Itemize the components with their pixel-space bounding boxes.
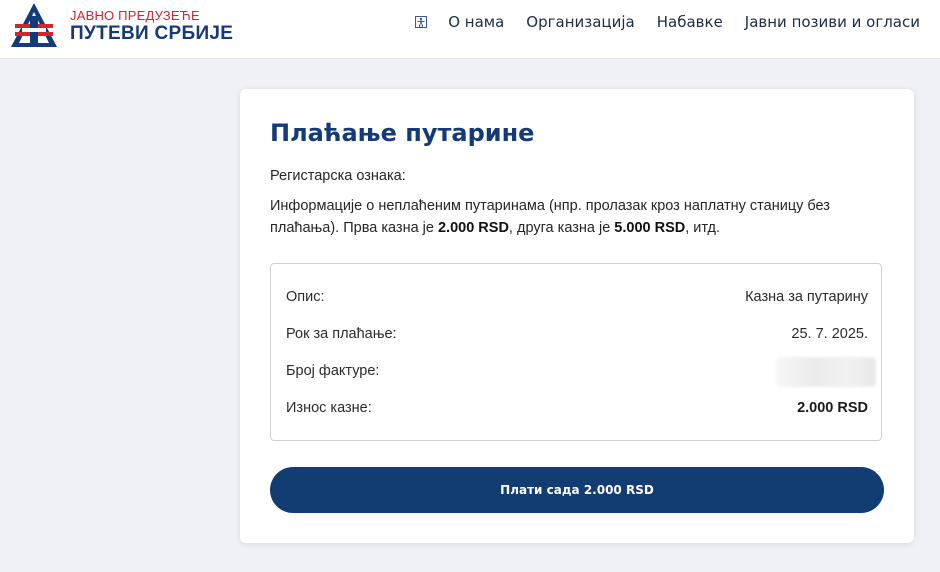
putevi-srbije-logo-icon[interactable] — [8, 2, 60, 48]
second-fine-amount: 5.000 RSD — [614, 220, 686, 236]
detail-value: 25. 7. 2025. — [791, 326, 868, 342]
redacted-invoice-number — [776, 357, 876, 387]
info-text-part3: , итд. — [685, 220, 721, 236]
main-nav: О нама Организација Набавке Јавни позиви… — [415, 13, 920, 31]
registration-label: Регистарска ознака: — [270, 168, 406, 184]
detail-row-amount: Износ казне: 2.000 RSD — [286, 400, 868, 420]
toll-payment-card: Плаћање путарине Регистарска ознака: Инф… — [240, 89, 914, 543]
detail-value: 2.000 RSD — [797, 400, 868, 416]
site-header: ЈАВНО ПРЕДУЗЕЋЕ ПУТЕВИ СРБИЈЕ О нама Орг… — [0, 0, 940, 59]
detail-row-due-date: Рок за плаћање: 25. 7. 2025. — [286, 326, 868, 346]
detail-label: Рок за плаћање: — [286, 326, 397, 342]
pay-now-button[interactable]: Плати сада 2.000 RSD — [270, 467, 884, 513]
logo-line2: ПУТЕВИ СРБИЈЕ — [70, 23, 234, 44]
info-text: Информације о неплаћеним путаринама (нпр… — [270, 195, 870, 239]
info-text-part2: , друга казна је — [508, 220, 615, 236]
logo-text[interactable]: ЈАВНО ПРЕДУЗЕЋЕ ПУТЕВИ СРБИЈЕ — [70, 9, 233, 45]
fine-details-box: Опис: Казна за путарину Рок за плаћање: … — [270, 263, 882, 441]
nav-item-public-calls[interactable]: Јавни позиви и огласи — [745, 13, 920, 31]
first-fine-amount: 2.000 RSD — [437, 220, 509, 236]
detail-label: Број фактуре: — [286, 363, 380, 379]
nav-item-procurement[interactable]: Набавке — [657, 13, 723, 31]
nav-item-organization[interactable]: Организација — [526, 13, 634, 31]
detail-row-invoice-number: Број фактуре: — [286, 357, 876, 387]
detail-label: Износ казне: — [286, 400, 372, 416]
detail-label: Опис: — [286, 289, 325, 305]
detail-row-description: Опис: Казна за путарину — [286, 289, 868, 309]
nav-item-about[interactable]: О нама — [448, 13, 504, 31]
accessibility-icon[interactable] — [415, 16, 428, 28]
logo-line1: ЈАВНО ПРЕДУЗЕЋЕ — [70, 8, 200, 23]
page-title: Плаћање путарине — [270, 119, 535, 147]
detail-value: Казна за путарину — [745, 289, 868, 305]
